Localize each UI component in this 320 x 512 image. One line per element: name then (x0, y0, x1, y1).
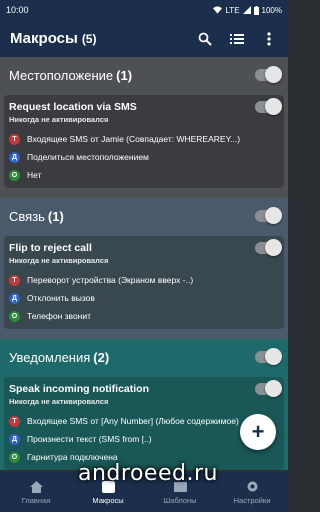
trigger-badge: T (9, 415, 20, 427)
macro-list: Местоположение (1) Request location via S… (0, 57, 288, 472)
category-title: Уведомления (2) (9, 349, 110, 365)
action-badge: Д (9, 292, 20, 304)
status-time: 10:00 (6, 5, 29, 15)
nav-macros-label: Макросы (92, 495, 124, 505)
macros-icon (101, 480, 115, 494)
home-icon (29, 480, 43, 494)
macro-toggle[interactable] (255, 98, 282, 115)
nav-templates[interactable]: Шаблоны (144, 472, 216, 512)
macro-count: (5) (81, 32, 97, 46)
macro-constraint: О Гарнитура подключена (9, 448, 279, 466)
page-title: Макросы (5) (10, 30, 196, 47)
bottom-navigation: Главная Макросы Шаблоны Настройки (0, 472, 288, 512)
macro-status: Никогда не активировался (9, 397, 109, 406)
category-location: Местоположение (1) Request location via S… (0, 57, 288, 198)
signal-icon (242, 6, 251, 14)
macro-name: Flip to reject call (9, 242, 92, 254)
macro-toggle[interactable] (255, 380, 282, 397)
category-header[interactable]: Уведомления (2) (0, 339, 288, 375)
category-title: Связь (1) (9, 208, 64, 224)
macro-constraint: О Нет (9, 166, 279, 184)
templates-icon (173, 480, 187, 494)
status-bar: 10:00 LTE 100% (0, 0, 288, 20)
macro-status: Никогда не активировался (9, 115, 109, 124)
category-connectivity: Связь (1) Flip to reject call Никогда не … (0, 198, 288, 339)
category-toggle[interactable] (255, 66, 282, 83)
macro-status: Никогда не активировался (9, 256, 109, 265)
wifi-icon (213, 6, 223, 14)
constraint-badge: О (9, 169, 20, 181)
page-title-text: Макросы (10, 30, 78, 47)
add-macro-button[interactable]: + (240, 414, 276, 450)
nav-home[interactable]: Главная (0, 472, 72, 512)
action-badge: Д (9, 151, 20, 163)
macro-card[interactable]: Flip to reject call Никогда не активиров… (4, 236, 284, 329)
constraint-badge: О (9, 451, 20, 463)
macro-action: Д Произнести текст (SMS from [..) (9, 430, 279, 448)
macro-trigger: T Переворот устройства (Экраном вверх -..… (9, 271, 279, 289)
status-icons: LTE 100% (213, 5, 282, 15)
category-header[interactable]: Связь (1) (0, 198, 288, 234)
constraint-badge: О (9, 310, 20, 322)
macro-card[interactable]: Request location via SMS Никогда не акти… (4, 95, 284, 188)
nav-home-label: Главная (21, 495, 51, 505)
category-header[interactable]: Местоположение (1) (0, 57, 288, 93)
settings-icon (246, 480, 259, 494)
category-title: Местоположение (1) (9, 67, 133, 83)
battery-level: 100% (261, 5, 282, 15)
action-badge: Д (9, 433, 20, 445)
category-toggle[interactable] (255, 348, 282, 365)
trigger-badge: T (9, 133, 20, 145)
nav-settings-label: Настройки (233, 495, 271, 505)
category-notifications: Уведомления (2) Speak incoming notificati… (0, 339, 288, 470)
more-vert-icon[interactable] (260, 30, 278, 48)
nav-settings[interactable]: Настройки (216, 472, 288, 512)
battery-icon (253, 5, 259, 15)
nav-templates-label: Шаблоны (163, 495, 197, 505)
macro-action: Д Отклонить вызов (9, 289, 279, 307)
macro-name: Request location via SMS (9, 101, 137, 113)
macro-constraint: О Телефон звонит (9, 307, 279, 325)
macro-action: Д Поделиться местоположением (9, 148, 279, 166)
macro-trigger: T Входящее SMS от [Any Number] (Любое сод… (9, 412, 279, 430)
macro-toggle[interactable] (255, 239, 282, 256)
app-bar: Макросы (5) (0, 20, 288, 57)
list-icon[interactable] (228, 30, 246, 48)
macro-name: Speak incoming notification (9, 383, 150, 395)
category-toggle[interactable] (255, 207, 282, 224)
nav-macros[interactable]: Макросы (72, 472, 144, 512)
search-icon[interactable] (196, 30, 214, 48)
trigger-badge: T (9, 274, 20, 286)
macro-trigger: T Входящее SMS от Jamie (Совпадает: WHERE… (9, 130, 279, 148)
add-icon: + (251, 419, 265, 444)
network-type: LTE (225, 5, 240, 15)
